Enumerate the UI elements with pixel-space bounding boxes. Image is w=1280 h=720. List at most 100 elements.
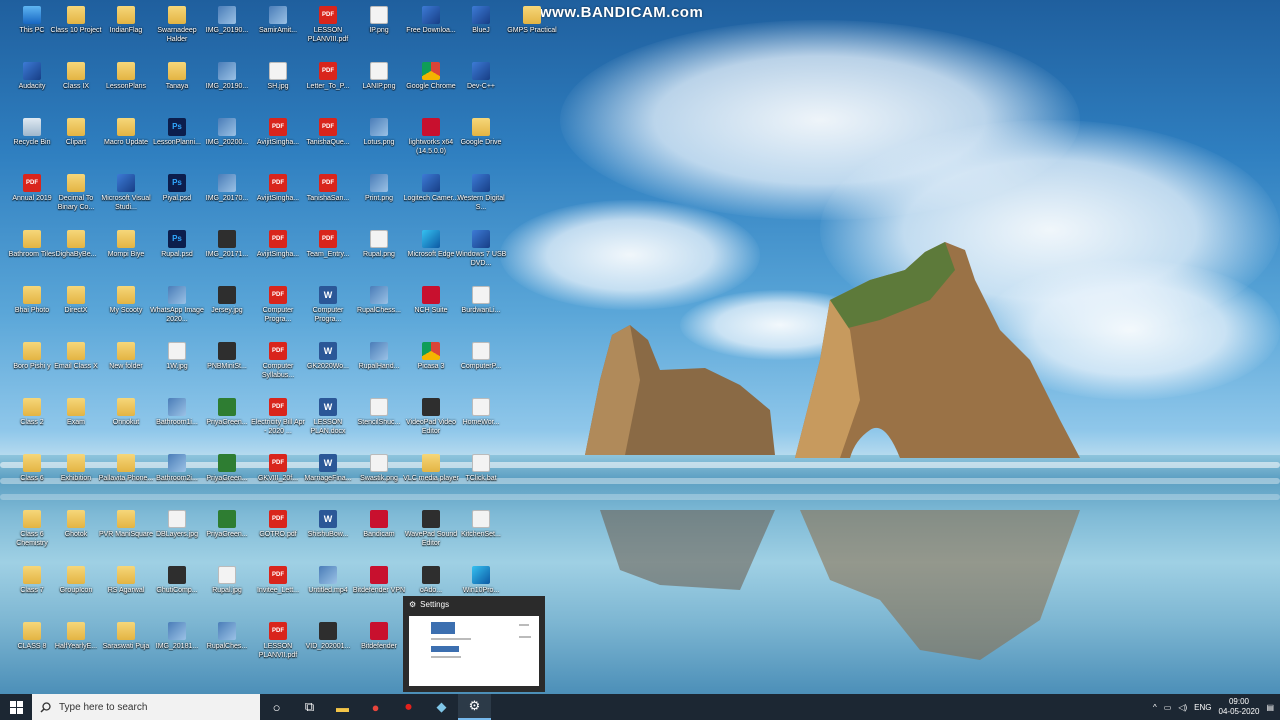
- desktop-icon[interactable]: Mompi Biye: [98, 230, 154, 286]
- desktop-icon[interactable]: PDF Computer Progra...: [250, 286, 306, 342]
- desktop-icon[interactable]: Dev-C++: [453, 62, 509, 118]
- desktop-icon[interactable]: PDF Computer Syllabus...: [250, 342, 306, 398]
- speaker-icon[interactable]: ◁): [1178, 703, 1187, 712]
- desktop-icon[interactable]: Class IX: [48, 62, 104, 118]
- desktop-icon[interactable]: PDF AvijitSingha...: [250, 118, 306, 174]
- desktop-icon[interactable]: W ShishuBow...: [300, 510, 356, 566]
- desktop-icon[interactable]: RupalChess...: [351, 286, 407, 342]
- desktop-icon[interactable]: 1W.jpg: [149, 342, 205, 398]
- desktop-icon[interactable]: Swastik.png: [351, 454, 407, 510]
- desktop-icon[interactable]: Bandicam: [351, 510, 407, 566]
- desktop-icon[interactable]: VideoPad Video Editor: [403, 398, 459, 454]
- desktop-icon[interactable]: Bitdefender: [351, 622, 407, 678]
- desktop-icon[interactable]: IMG_20171...: [199, 230, 255, 286]
- notification-icon[interactable]: ▤: [1266, 703, 1274, 712]
- desktop-icon[interactable]: PDF AvijitSingha...: [250, 174, 306, 230]
- desktop-icon[interactable]: PriyaGreen...: [199, 454, 255, 510]
- desktop-icon[interactable]: Exhibition: [48, 454, 104, 510]
- desktop-icon[interactable]: Macro Update: [98, 118, 154, 174]
- desktop-icon[interactable]: BlueJ: [453, 6, 509, 62]
- language-indicator[interactable]: ENG: [1194, 703, 1211, 712]
- desktop-icon[interactable]: Saraswati Puja: [98, 622, 154, 678]
- desktop-icon[interactable]: RupalChes...: [199, 622, 255, 678]
- app-button[interactable]: ◆: [425, 694, 458, 720]
- desktop-icon[interactable]: DighaByBe...: [48, 230, 104, 286]
- desktop-icon[interactable]: IMG_20190...: [199, 6, 255, 62]
- file-explorer-button[interactable]: ▬: [326, 694, 359, 720]
- desktop-icon[interactable]: Ps LessonPlanni...: [149, 118, 205, 174]
- desktop-icon[interactable]: PDF LESSON PLANVII.pdf: [250, 622, 306, 678]
- desktop-icon[interactable]: Ps Piyal.psd: [149, 174, 205, 230]
- desktop-icon[interactable]: DBLayers.jpg: [149, 510, 205, 566]
- desktop-icon[interactable]: LessonPlans: [98, 62, 154, 118]
- desktop-icon[interactable]: GhutiComp...: [149, 566, 205, 622]
- desktop-icon[interactable]: PDF AvijitSingha...: [250, 230, 306, 286]
- settings-button[interactable]: ⚙: [458, 694, 491, 720]
- desktop-icon[interactable]: Print.png: [351, 174, 407, 230]
- desktop-icon[interactable]: lightworks x64 (14.5.0.0): [403, 118, 459, 174]
- desktop-icon[interactable]: LANIP.png: [351, 62, 407, 118]
- desktop-icon[interactable]: GMPS Practical: [504, 6, 560, 62]
- desktop-icon[interactable]: IMG_20181...: [149, 622, 205, 678]
- desktop-icon[interactable]: Rupal.png: [351, 230, 407, 286]
- desktop-icon[interactable]: Email Class X: [48, 342, 104, 398]
- bandicam-button[interactable]: ⏺: [392, 694, 425, 720]
- taskbar-search-box[interactable]: Type here to search: [32, 694, 260, 720]
- desktop-icon[interactable]: IndianFlag: [98, 6, 154, 62]
- desktop-icon[interactable]: HomeWor...: [453, 398, 509, 454]
- desktop-icon[interactable]: PDF LESSON PLANVIII.pdf: [300, 6, 356, 62]
- desktop-icon[interactable]: New folder: [98, 342, 154, 398]
- desktop-icon[interactable]: SamirAmit...: [250, 6, 306, 62]
- desktop-icon[interactable]: Swarnadeep Halder: [149, 6, 205, 62]
- desktop-icon[interactable]: My Scooty: [98, 286, 154, 342]
- desktop-icon[interactable]: Bathroom1i...: [149, 398, 205, 454]
- chrome-button[interactable]: ●: [359, 694, 392, 720]
- desktop-icon[interactable]: Decimal To Binary Co...: [48, 174, 104, 230]
- desktop-icon[interactable]: VID_202001...: [300, 622, 356, 678]
- desktop-icon[interactable]: RupalHand...: [351, 342, 407, 398]
- desktop-icon[interactable]: Picasa 3: [403, 342, 459, 398]
- desktop-icon[interactable]: Rupal.jpg: [199, 566, 255, 622]
- desktop-icon[interactable]: PVR ManiSquare: [98, 510, 154, 566]
- desktop-icon[interactable]: RS Agarwal: [98, 566, 154, 622]
- desktop-icon[interactable]: Bathroom2i...: [149, 454, 205, 510]
- desktop-icon[interactable]: DirectX: [48, 286, 104, 342]
- network-icon[interactable]: ▭: [1164, 703, 1172, 712]
- desktop-icon[interactable]: W GK2020Wo...: [300, 342, 356, 398]
- desktop-icon[interactable]: TClick.bat: [453, 454, 509, 510]
- preview-window-thumbnail[interactable]: [409, 616, 539, 686]
- desktop-icon[interactable]: SH.jpg: [250, 62, 306, 118]
- desktop-icon[interactable]: PNBMiniSt...: [199, 342, 255, 398]
- desktop-icon[interactable]: Google Chrome: [403, 62, 459, 118]
- desktop-icon[interactable]: W LESSON PLAN.docx: [300, 398, 356, 454]
- desktop-icon[interactable]: PriyaGreen...: [199, 510, 255, 566]
- desktop-icon[interactable]: NCH Suite: [403, 286, 459, 342]
- desktop-icon[interactable]: Western Digital S...: [453, 174, 509, 230]
- desktop-icon[interactable]: Microsoft Visual Studi...: [98, 174, 154, 230]
- desktop-icon[interactable]: PDF TanishaQue...: [300, 118, 356, 174]
- desktop-icon[interactable]: Pallavita Phone...: [98, 454, 154, 510]
- desktop-icon[interactable]: Bitdefender VPN: [351, 566, 407, 622]
- desktop-icon[interactable]: Lotus.png: [351, 118, 407, 174]
- desktop-icon[interactable]: VLC media player: [403, 454, 459, 510]
- desktop-icon[interactable]: PDF GOTRO.pdf: [250, 510, 306, 566]
- desktop-icon[interactable]: Exam: [48, 398, 104, 454]
- desktop-icon[interactable]: PDF Team_Entry...: [300, 230, 356, 286]
- desktop-icon[interactable]: GroupIcon: [48, 566, 104, 622]
- desktop-icon[interactable]: Logitech Camer...: [403, 174, 459, 230]
- clock[interactable]: 09:00 04-05-2020: [1219, 697, 1260, 717]
- desktop-icon[interactable]: Class 10 Project: [48, 6, 104, 62]
- desktop-icon[interactable]: IMG_20170...: [199, 174, 255, 230]
- desktop-icon[interactable]: IP.png: [351, 6, 407, 62]
- desktop-icon[interactable]: PDF TanishaSan...: [300, 174, 356, 230]
- desktop-icon[interactable]: Microsoft Edge: [403, 230, 459, 286]
- desktop-icon[interactable]: BurdwanLi...: [453, 286, 509, 342]
- desktop-icon[interactable]: WavePad Sound Editor: [403, 510, 459, 566]
- task-view-button[interactable]: ⧉: [293, 694, 326, 720]
- desktop-icon[interactable]: HalfYearlyE...: [48, 622, 104, 678]
- desktop-icon[interactable]: IMG_20190...: [199, 62, 255, 118]
- desktop-icon[interactable]: Tanaya: [149, 62, 205, 118]
- desktop-icon[interactable]: PDF GKVIII_20f...: [250, 454, 306, 510]
- desktop-icon[interactable]: Ghotok: [48, 510, 104, 566]
- desktop-icon[interactable]: KitchenSet...: [453, 510, 509, 566]
